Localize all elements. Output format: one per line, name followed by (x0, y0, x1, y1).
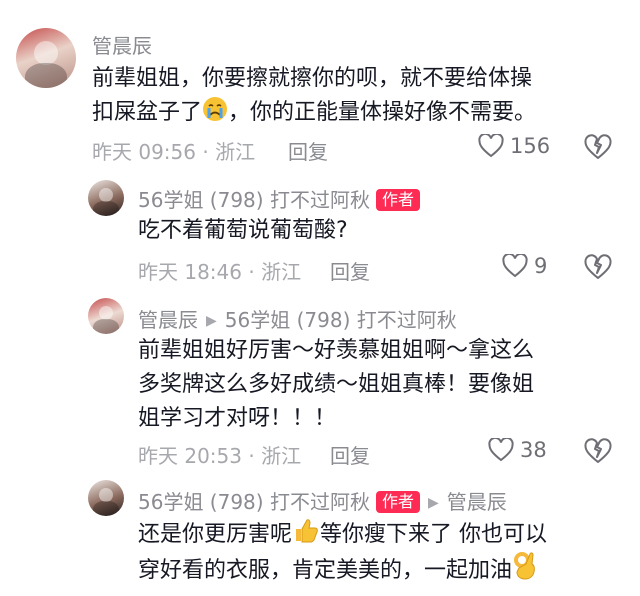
dislike-button[interactable] (584, 134, 612, 164)
avatar[interactable] (88, 480, 124, 516)
ok-hand-icon (512, 550, 538, 591)
heart-icon (502, 254, 528, 278)
comment-username[interactable]: 管晨辰 (92, 30, 152, 59)
avatar[interactable] (88, 298, 124, 334)
reply-to-username[interactable]: 56学姐 (798) 打不过阿秋 (225, 308, 457, 332)
comment-text-line: 扣屎盆子了 ，你的正能量体操好像不需要。 (92, 96, 536, 133)
broken-heart-icon (584, 438, 612, 463)
broken-heart-icon (584, 134, 612, 159)
author-badge: 作者 (375, 189, 420, 211)
like-button[interactable]: 9 (502, 254, 547, 278)
avatar[interactable] (16, 28, 76, 88)
avatar[interactable] (88, 180, 124, 216)
comment-text-line: 姐学习才对呀！！！ (138, 406, 337, 431)
like-count: 38 (520, 438, 547, 462)
comment-timestamp: 昨天 09:56 · 浙江 (92, 140, 256, 164)
comment-username-row: 56学姐 (798) 打不过阿秋 作者 (138, 184, 420, 213)
author-badge: 作者 (375, 491, 420, 513)
comment-text-line: 穿好看的衣服，肯定美美的，一起加油 (138, 550, 538, 591)
comment-text-line: 吃不着葡萄说葡萄酸? (138, 218, 348, 243)
comment-text-line: 多奖牌这么多好成绩～姐姐真棒！要像姐 (138, 372, 535, 397)
reply-button[interactable]: 回复 (288, 136, 328, 165)
reply-to-username[interactable]: 管晨辰 (447, 490, 507, 514)
like-count: 156 (510, 134, 551, 158)
reply-arrow-icon: ▶ (206, 313, 217, 329)
comment-text-line: 前辈姐姐好厉害～好羡慕姐姐啊～拿这么 (138, 338, 535, 363)
comment-username[interactable]: 56学姐 (798) 打不过阿秋 (138, 188, 370, 212)
reply-button[interactable]: 回复 (330, 256, 370, 285)
comment-timestamp: 昨天 18:46 · 浙江 (138, 260, 302, 284)
comment-text-line: 前辈姐姐，你要擦就擦你的呗，就不要给体操 (92, 66, 533, 91)
reply-button[interactable]: 回复 (330, 440, 370, 469)
comment-username[interactable]: 管晨辰 (138, 308, 198, 332)
crying-face-icon (202, 96, 228, 133)
comment-username-row: 56学姐 (798) 打不过阿秋 作者 ▶ 管晨辰 (138, 486, 507, 515)
heart-icon (478, 134, 504, 158)
reply-arrow-icon: ▶ (427, 495, 439, 511)
like-count: 9 (534, 254, 548, 278)
like-button[interactable]: 156 (478, 134, 550, 158)
broken-heart-icon (584, 254, 612, 279)
dislike-button[interactable] (584, 438, 612, 468)
like-button[interactable]: 38 (488, 438, 547, 462)
comment-username-row: 管晨辰 ▶ 56学姐 (798) 打不过阿秋 (138, 304, 457, 333)
heart-icon (488, 438, 514, 462)
comment-username[interactable]: 56学姐 (798) 打不过阿秋 (138, 490, 370, 514)
comment-timestamp: 昨天 20:53 · 浙江 (138, 444, 302, 468)
dislike-button[interactable] (584, 254, 612, 284)
